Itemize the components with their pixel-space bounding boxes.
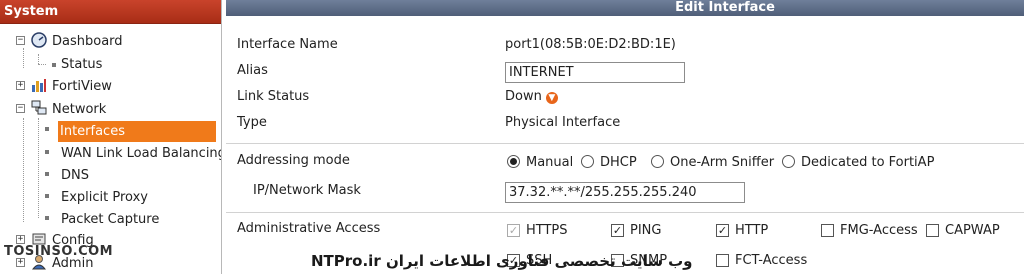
access-ping-checkbox[interactable]: ✓ — [611, 224, 624, 237]
access-fct-access-checkbox[interactable] — [716, 254, 729, 267]
bullet-icon — [52, 63, 56, 67]
panel-title: Edit Interface — [226, 0, 1024, 16]
access-capwap-label: CAPWAP — [945, 223, 1000, 238]
link-status-field: Down ▼ — [505, 89, 558, 104]
interface-name-value: port1(08:5B:0E:D2:BD:1E) — [505, 37, 676, 52]
access-fmg-access-checkbox[interactable] — [821, 224, 834, 237]
sidebar-title[interactable]: System — [0, 0, 221, 24]
dashboard-icon — [31, 32, 47, 48]
access-https-label: HTTPS — [526, 223, 568, 238]
ip-mask-input[interactable] — [505, 182, 745, 203]
access-https-checkbox[interactable]: ✓ — [507, 224, 520, 237]
tree-line — [38, 64, 46, 65]
bullet-icon — [45, 127, 49, 131]
interface-name-label: Interface Name — [237, 37, 338, 52]
divider — [226, 212, 1024, 213]
alias-input[interactable] — [505, 62, 685, 83]
sidebar-item-dashboard[interactable]: Dashboard — [52, 31, 123, 52]
bullet-icon — [45, 216, 49, 220]
tree-line — [38, 118, 39, 218]
access-fmg-access-label: FMG-Access — [840, 223, 918, 238]
sidebar: System − Dashboard Status + FortiView − … — [0, 0, 222, 274]
sidebar-item-network[interactable]: Network — [52, 99, 106, 120]
link-status-label: Link Status — [237, 89, 310, 104]
bullet-icon — [45, 194, 49, 198]
divider — [226, 143, 1024, 144]
sidebar-item-interfaces[interactable]: Interfaces — [58, 121, 216, 142]
sidebar-item-explicit-proxy[interactable]: Explicit Proxy — [61, 187, 148, 208]
tree-line — [23, 48, 24, 68]
watermark-text: TOSINSO.COM — [4, 244, 114, 259]
bullet-icon — [45, 172, 49, 176]
edit-interface-panel: Edit Interface Interface Name port1(08:5… — [226, 0, 1024, 274]
access-capwap-checkbox[interactable] — [926, 224, 939, 237]
access-ping-label: PING — [630, 223, 662, 238]
bullet-icon — [45, 150, 49, 154]
link-status-value: Down — [505, 89, 542, 104]
sidebar-item-wan-link-load-balancing[interactable]: WAN Link Load Balancing — [61, 143, 221, 164]
type-value: Physical Interface — [505, 115, 621, 130]
sidebar-item-status[interactable]: Status — [61, 54, 102, 75]
type-label: Type — [237, 115, 267, 130]
tree-line — [38, 54, 39, 64]
alias-label: Alias — [237, 63, 268, 78]
fortiview-expand-icon[interactable]: + — [16, 81, 25, 90]
down-arrow-icon: ▼ — [545, 92, 558, 104]
admin-expand-icon[interactable]: + — [16, 258, 25, 267]
dashboard-collapse-icon[interactable]: − — [16, 36, 25, 45]
tree-line — [23, 118, 24, 222]
config-expand-icon[interactable]: + — [16, 235, 25, 244]
ip-mask-label: IP/Network Mask — [253, 183, 361, 198]
addressing-fortiap-radio[interactable] — [782, 155, 795, 168]
admin-access-label: Administrative Access — [237, 221, 381, 236]
sidebar-item-dns[interactable]: DNS — [61, 165, 89, 186]
sidebar-item-fortiview[interactable]: FortiView — [52, 76, 112, 97]
addressing-mode-label: Addressing mode — [237, 153, 350, 168]
addressing-dhcp-label[interactable]: DHCP — [600, 155, 637, 170]
addressing-fortiap-label[interactable]: Dedicated to FortiAP — [801, 155, 934, 170]
addressing-manual-label[interactable]: Manual — [526, 155, 573, 170]
sidebar-item-packet-capture[interactable]: Packet Capture — [61, 209, 159, 230]
access-http-label: HTTP — [735, 223, 769, 238]
watermark-text: NTPro.ir وب سایت تخصصی فناوری اطلاعات ای… — [311, 252, 693, 270]
network-icon — [31, 100, 47, 116]
fortiview-chart-icon — [31, 77, 47, 93]
addressing-manual-radio[interactable] — [507, 155, 520, 168]
network-collapse-icon[interactable]: − — [16, 104, 25, 113]
addressing-dhcp-radio[interactable] — [581, 155, 594, 168]
addressing-one-arm-sniffer-label[interactable]: One-Arm Sniffer — [670, 155, 774, 170]
addressing-one-arm-sniffer-radio[interactable] — [651, 155, 664, 168]
access-http-checkbox[interactable]: ✓ — [716, 224, 729, 237]
access-fct-access-label: FCT-Access — [735, 253, 808, 268]
